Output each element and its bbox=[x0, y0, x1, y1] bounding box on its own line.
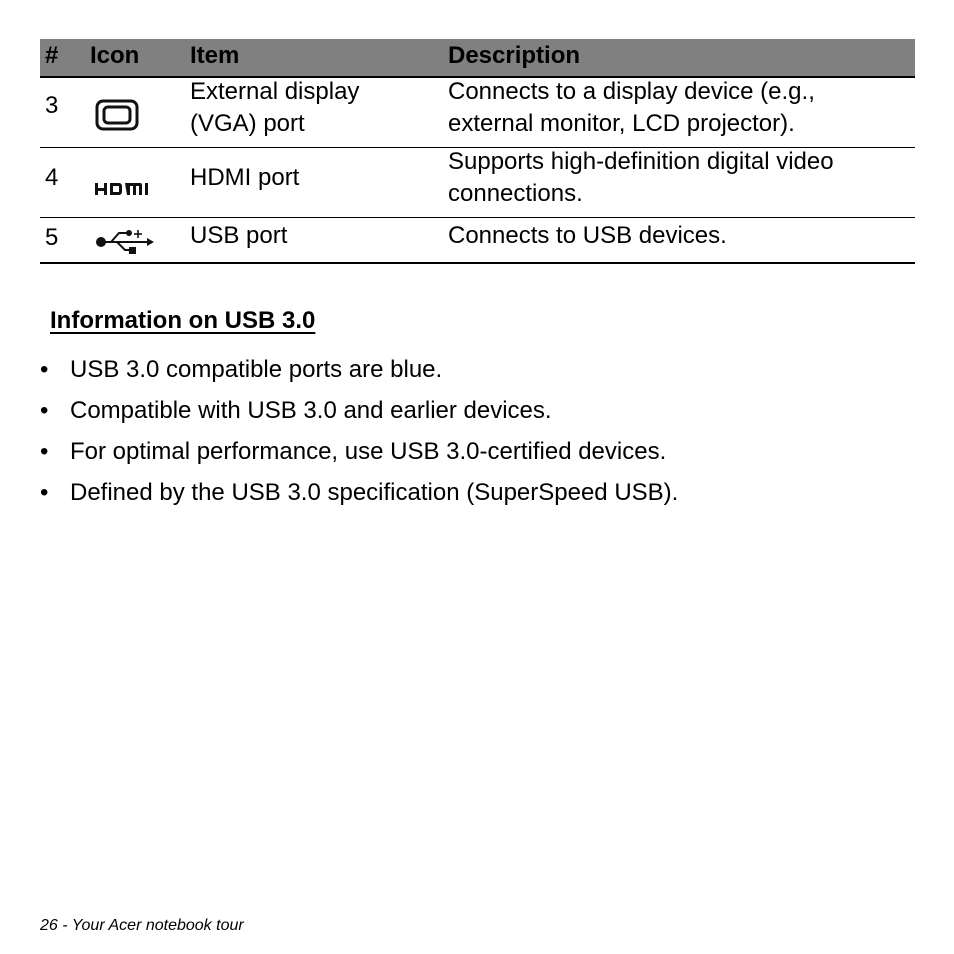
item-line: USB port bbox=[190, 222, 288, 249]
list-item: • Defined by the USB 3.0 specification (S… bbox=[40, 479, 678, 520]
row-item: HDMI port bbox=[190, 162, 299, 194]
vga-port-icon bbox=[95, 99, 139, 138]
bullet-icon: • bbox=[40, 397, 49, 424]
row-number: 4 bbox=[45, 164, 59, 191]
item-line: External display bbox=[190, 78, 360, 105]
table-row: 5 USB port Connects to USB devices. bbox=[40, 218, 915, 264]
row-item: External display (VGA) port bbox=[190, 76, 359, 140]
item-line: (VGA) port bbox=[190, 110, 305, 137]
description-line: Supports high-definition digital video bbox=[448, 148, 834, 175]
list-item: • Compatible with USB 3.0 and earlier dev… bbox=[40, 397, 678, 438]
ports-table: # Icon Item Description 3 External displ… bbox=[40, 39, 915, 264]
list-item: • USB 3.0 compatible ports are blue. bbox=[40, 356, 678, 397]
page-footer: 26 - Your Acer notebook tour bbox=[40, 917, 244, 934]
bullet-icon: • bbox=[40, 356, 49, 383]
header-icon: Icon bbox=[90, 42, 140, 69]
list-item-text: Compatible with USB 3.0 and earlier devi… bbox=[70, 397, 552, 424]
description-line: Connects to a display device (e.g., bbox=[448, 78, 815, 105]
hdmi-icon bbox=[95, 174, 153, 202]
bullet-icon: • bbox=[40, 479, 49, 506]
section-heading: Information on USB 3.0 bbox=[50, 307, 316, 334]
usb-icon bbox=[95, 227, 155, 262]
header-description: Description bbox=[448, 42, 581, 69]
list-item-text: USB 3.0 compatible ports are blue. bbox=[70, 356, 443, 383]
description-line: Connects to USB devices. bbox=[448, 222, 727, 249]
bullet-icon: • bbox=[40, 438, 49, 465]
row-description: Supports high-definition digital video c… bbox=[448, 146, 834, 210]
description-line: connections. bbox=[448, 180, 583, 207]
list-item-text: Defined by the USB 3.0 specification (Su… bbox=[70, 479, 679, 506]
row-number: 5 bbox=[45, 224, 59, 251]
header-number: # bbox=[45, 42, 59, 69]
list-item-text: For optimal performance, use USB 3.0-cer… bbox=[70, 438, 667, 465]
row-description: Connects to USB devices. bbox=[448, 220, 727, 252]
usb-info-list: • USB 3.0 compatible ports are blue. • Com… bbox=[40, 356, 678, 520]
row-description: Connects to a display device (e.g., exte… bbox=[448, 76, 815, 140]
header-item: Item bbox=[190, 42, 240, 69]
row-item: USB port bbox=[190, 220, 287, 252]
row-number: 3 bbox=[45, 92, 59, 119]
table-row: 4 HDMI port Supports high-definition dig… bbox=[40, 148, 915, 218]
table-row: 3 External display (VGA) port Connects t… bbox=[40, 78, 915, 148]
table-header: # Icon Item Description bbox=[40, 39, 915, 78]
item-line: HDMI port bbox=[190, 164, 300, 191]
description-line: external monitor, LCD projector). bbox=[448, 110, 795, 137]
list-item: • For optimal performance, use USB 3.0-ce… bbox=[40, 438, 678, 479]
